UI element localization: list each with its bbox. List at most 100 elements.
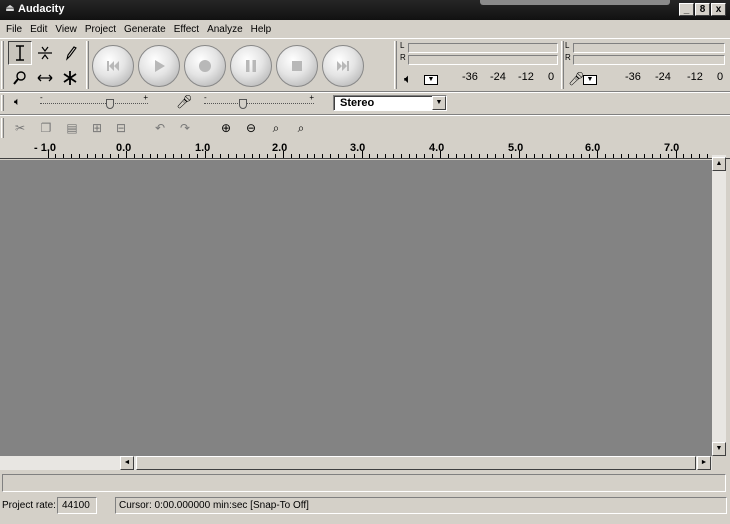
scroll-left-button[interactable]: ◄: [120, 456, 134, 470]
menu-view[interactable]: View: [51, 24, 81, 35]
track-area[interactable]: [0, 160, 712, 456]
playback-level-right: [408, 55, 558, 65]
scroll-thumb[interactable]: [136, 456, 696, 470]
ruler-tick: [299, 154, 300, 158]
close-button[interactable]: x: [711, 3, 726, 16]
zoom-in-button[interactable]: ⊕: [216, 118, 236, 138]
ruler-tick: [197, 154, 198, 158]
input-source-select[interactable]: Stereo ▼: [333, 95, 447, 111]
fit-project-button[interactable]: ⌕: [291, 118, 311, 138]
toolbar-panel: L R 🔈︎ ▼ -36 -24 -12 0 L R 🎤︎ ▼ -36 -24 …: [0, 38, 730, 142]
selection-tool[interactable]: [8, 41, 32, 65]
toolbar-grip[interactable]: [394, 41, 397, 89]
skip-end-button[interactable]: [322, 45, 364, 87]
ruler-tick: [628, 154, 629, 158]
slider-max-label: +: [309, 93, 314, 102]
title-decoration: [480, 0, 670, 5]
undo-button[interactable]: ↶: [150, 118, 170, 138]
draw-tool[interactable]: [58, 41, 82, 65]
ruler-tick: [87, 154, 88, 158]
menu-project[interactable]: Project: [81, 24, 120, 35]
ruler-tick: [322, 154, 323, 158]
menu-edit[interactable]: Edit: [26, 24, 51, 35]
ruler-tick: [432, 154, 433, 158]
ruler-tick: [118, 154, 119, 158]
menu-generate[interactable]: Generate: [120, 24, 170, 35]
skip-start-button[interactable]: [92, 45, 134, 87]
cut-button[interactable]: ✂: [10, 118, 30, 138]
ruler-tick: [55, 154, 56, 158]
redo-icon: ↷: [179, 121, 191, 135]
horizontal-scrollbar[interactable]: ◄ ►: [0, 456, 712, 470]
toolbar-grip[interactable]: [86, 41, 89, 89]
ruler-label: 7.0: [664, 142, 680, 154]
microphone-icon: 🎤︎: [176, 94, 193, 109]
copy-button[interactable]: ❐: [36, 118, 56, 138]
ruler-tick: [150, 154, 151, 158]
playback-meter-dropdown[interactable]: ▼: [424, 75, 438, 85]
menu-file[interactable]: File: [2, 24, 26, 35]
fit-project-icon: ⌕: [297, 120, 305, 135]
ruler-tick: [330, 154, 331, 158]
paste-button[interactable]: ▤: [62, 118, 82, 138]
window-title: Audacity: [18, 3, 65, 15]
silence-button[interactable]: ⊟: [111, 118, 131, 138]
redo-button[interactable]: ↷: [175, 118, 195, 138]
ruler-tick: [534, 154, 535, 158]
cursor-position-status: Cursor: 0:00.000000 min:sec [Snap-To Off…: [115, 497, 727, 514]
scroll-down-button[interactable]: ▼: [712, 442, 726, 456]
time-shift-tool[interactable]: [33, 66, 57, 90]
ruler-tick: [346, 154, 347, 158]
menu-help[interactable]: Help: [247, 24, 276, 35]
minimize-button[interactable]: _: [679, 3, 694, 16]
fit-selection-icon: ⌕: [272, 120, 280, 135]
ruler-label: 6.0: [585, 142, 601, 154]
fit-selection-button[interactable]: ⌕: [266, 118, 286, 138]
record-meter-dropdown[interactable]: ▼: [583, 75, 597, 85]
stop-button[interactable]: [276, 45, 318, 87]
vertical-scrollbar[interactable]: ▲ ▼: [712, 155, 726, 456]
double-arrow-icon: [37, 74, 53, 82]
status-bar: Project rate: 44100 Cursor: 0:00.000000 …: [0, 496, 730, 516]
scroll-up-button[interactable]: ▲: [712, 157, 726, 171]
menu-effect[interactable]: Effect: [170, 24, 203, 35]
maximize-button[interactable]: 8: [695, 3, 710, 16]
toolbar-grip[interactable]: [1, 118, 4, 138]
ruler-tick: [283, 151, 284, 158]
trim-button[interactable]: ⊞: [87, 118, 107, 138]
ruler-tick: [165, 154, 166, 158]
zoom-out-button[interactable]: ⊖: [241, 118, 261, 138]
toolbar-grip[interactable]: [561, 41, 564, 89]
slider-thumb[interactable]: [239, 99, 247, 109]
ruler-tick: [228, 154, 229, 158]
zoom-tool[interactable]: [8, 66, 32, 90]
slider-thumb[interactable]: [106, 99, 114, 109]
output-volume-slider[interactable]: - +: [40, 93, 148, 110]
app-icon: ⏏: [5, 3, 15, 14]
record-meter[interactable]: L R 🎤︎ ▼ -36 -24 -12 0: [565, 41, 730, 89]
toolbar-grip[interactable]: [1, 95, 4, 111]
input-volume-slider[interactable]: - +: [204, 93, 314, 110]
ruler-tick: [471, 154, 472, 158]
scroll-right-button[interactable]: ►: [697, 456, 711, 470]
project-rate-field[interactable]: 44100: [57, 497, 97, 514]
meter-scale-label: 0: [548, 71, 555, 83]
multi-tool[interactable]: [58, 66, 82, 90]
pencil-icon: [65, 46, 77, 61]
ruler-tick: [63, 154, 64, 158]
envelope-tool[interactable]: [33, 41, 57, 65]
play-button[interactable]: [138, 45, 180, 87]
chevron-down-icon[interactable]: ▼: [432, 96, 446, 110]
trim-icon: ⊞: [91, 121, 103, 135]
ruler-tick: [503, 154, 504, 158]
ruler-tick: [244, 154, 245, 158]
record-button[interactable]: [184, 45, 226, 87]
ruler-tick: [550, 154, 551, 158]
meter-channel-label: R: [565, 53, 571, 62]
toolbar-grip[interactable]: [1, 41, 4, 89]
playback-meter[interactable]: L R 🔈︎ ▼ -36 -24 -12 0: [400, 41, 560, 89]
timeline-ruler[interactable]: - 1.0 0.0 1.0 2.0 3.0 4.0 5.0 6.0 7.0: [0, 142, 730, 159]
record-icon: [199, 60, 211, 72]
pause-button[interactable]: [230, 45, 272, 87]
menu-analyze[interactable]: Analyze: [203, 24, 247, 35]
